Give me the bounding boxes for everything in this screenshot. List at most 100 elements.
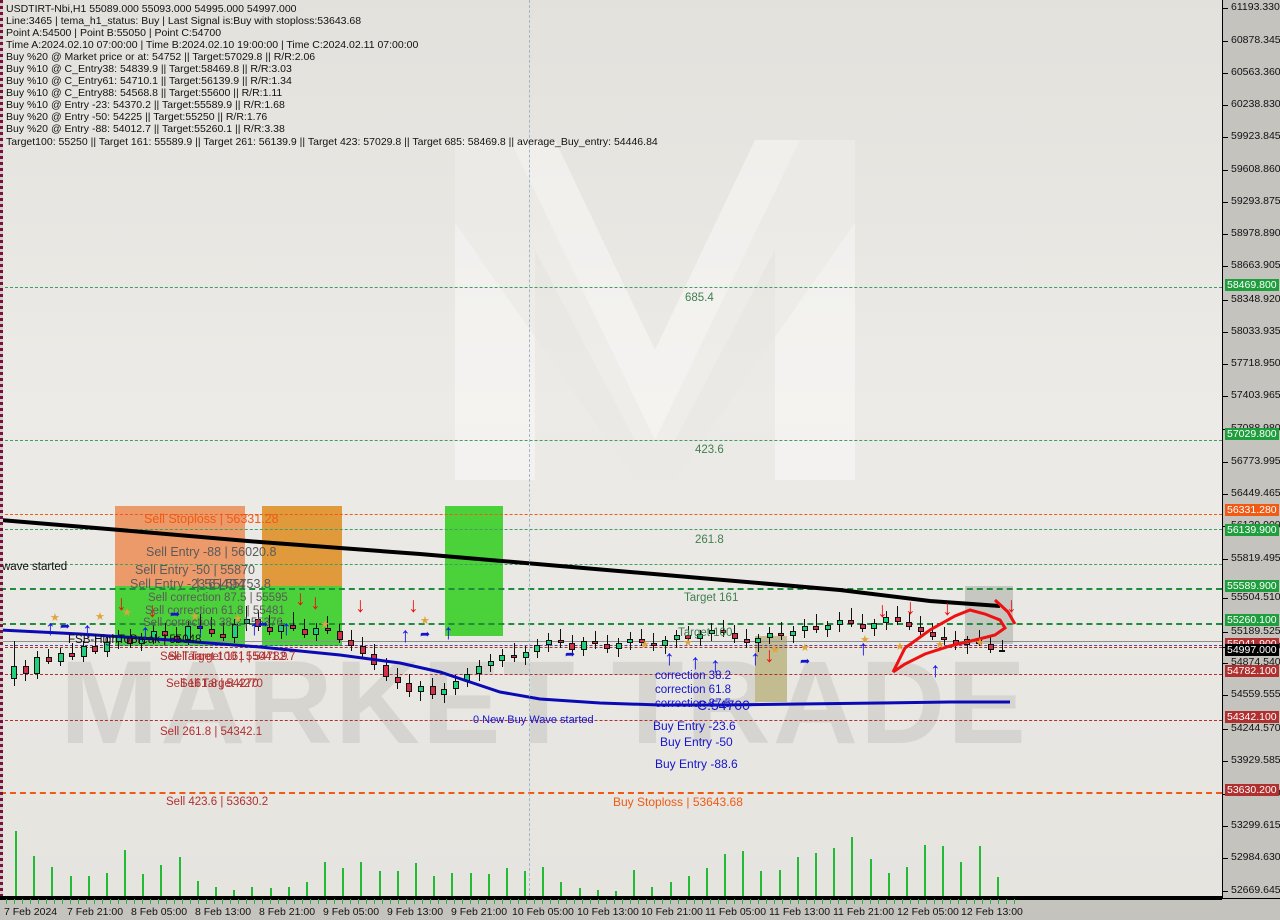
time-tick xyxy=(830,899,831,904)
candle-body xyxy=(511,654,517,658)
candle-body xyxy=(906,621,913,627)
price-tick xyxy=(1223,332,1228,333)
time-tick xyxy=(486,899,487,904)
time-tick xyxy=(126,899,127,904)
price-axis[interactable]: 61193.330 60878.345 60563.360 60238.830 5992… xyxy=(1222,0,1280,898)
buy-arrow-icon: ↑ xyxy=(664,647,675,670)
candle-body xyxy=(336,630,343,641)
volume-bar xyxy=(469,872,472,896)
time-tick xyxy=(262,899,263,904)
buy-entry-50: Buy Entry -50 xyxy=(660,735,733,749)
price-tick xyxy=(1223,41,1228,42)
target-161: Target 161 xyxy=(684,592,739,604)
buy-arrow-icon: ↑ xyxy=(710,654,721,677)
time-tick-label: 8 Feb 21:00 xyxy=(259,906,316,918)
candle-body xyxy=(220,634,227,639)
time-tick xyxy=(686,899,687,904)
time-tick xyxy=(462,899,463,904)
time-tick xyxy=(406,899,407,904)
price-level-badge[interactable]: 56139.900 xyxy=(1225,524,1279,536)
time-tick xyxy=(166,899,167,904)
time-tick xyxy=(726,899,727,904)
volume-bar xyxy=(15,830,17,896)
sell-arrow-icon: ↓ xyxy=(942,597,953,620)
time-tick xyxy=(366,899,367,904)
price-tick xyxy=(1223,300,1228,301)
time-tick-label: 7 Feb 21:00 xyxy=(67,906,124,918)
candle-body xyxy=(441,688,448,696)
pointer-marker-icon: ➦ xyxy=(800,654,811,668)
time-tick xyxy=(270,899,271,904)
time-tick xyxy=(582,899,583,904)
time-tick xyxy=(694,899,695,904)
header-line-5: Buy %10 @ C_Entry38: 54839.9 || Target:5… xyxy=(6,63,292,76)
price-tick xyxy=(1223,858,1228,859)
header-line-6: Buy %10 @ C_Entry61: 54710.1 || Target:5… xyxy=(6,75,292,88)
star-marker-icon: ★ xyxy=(420,615,430,627)
time-tick xyxy=(846,899,847,904)
plot-left-border xyxy=(0,0,3,898)
time-tick xyxy=(518,899,519,904)
trading-chart-window: MARKET TRADE wave started Sell Stoploss |… xyxy=(0,0,1280,920)
candle-wick xyxy=(653,633,655,651)
candle-wick xyxy=(850,608,852,627)
time-tick xyxy=(246,899,247,904)
price-tick xyxy=(1223,729,1228,730)
price-tick-label: 57718.950 xyxy=(1231,357,1280,369)
price-tick-label: 56449.465 xyxy=(1231,487,1280,499)
candle-body xyxy=(522,651,529,658)
price-level-badge[interactable]: 54997.000 xyxy=(1225,644,1279,656)
price-level-badge[interactable]: 56331.280 xyxy=(1225,504,1279,516)
volume-bar xyxy=(360,861,363,896)
time-tick xyxy=(310,899,311,904)
price-level-badge[interactable]: 55260.100 xyxy=(1225,614,1279,626)
candle-wick xyxy=(1001,639,1003,651)
price-level-badge[interactable]: 54342.100 xyxy=(1225,711,1279,723)
price-tick-label: 55504.510 xyxy=(1231,591,1280,603)
price-tick xyxy=(1223,396,1228,397)
candle-body xyxy=(813,625,820,630)
time-tick xyxy=(566,899,567,904)
time-tick xyxy=(302,899,303,904)
time-tick xyxy=(1006,899,1007,904)
volume-bar xyxy=(396,871,399,896)
correction-618: correction 61.8 xyxy=(655,684,732,696)
time-tick xyxy=(22,899,23,904)
time-axis[interactable]: 7 Feb 2024 7 Feb 21:00 8 Feb 05:00 8 Feb 13… xyxy=(0,898,1280,920)
time-tick xyxy=(214,899,215,904)
time-tick-label: 10 Feb 05:00 xyxy=(512,906,574,918)
candle-body xyxy=(755,638,762,644)
candle-body xyxy=(871,622,878,629)
price-level-badge[interactable]: 53630.200 xyxy=(1225,784,1279,796)
buy-entry-886: Buy Entry -88.6 xyxy=(655,757,738,771)
time-tick xyxy=(550,899,551,904)
candle-body xyxy=(627,639,634,644)
price-level-badge[interactable]: 55589.900 xyxy=(1225,580,1279,592)
time-tick xyxy=(14,899,15,904)
price-level-badge[interactable]: 54782.100 xyxy=(1225,665,1279,677)
header-line-8: Buy %10 @ Entry -23: 54370.2 || Target:5… xyxy=(6,99,285,112)
price-level-badge[interactable]: 57029.800 xyxy=(1225,428,1279,440)
time-tick-label: 9 Feb 21:00 xyxy=(451,906,508,918)
time-tick xyxy=(806,899,807,904)
pointer-marker-icon: ➦ xyxy=(420,627,431,641)
volume-bar xyxy=(542,866,545,896)
time-tick xyxy=(870,899,871,904)
price-tick xyxy=(1223,137,1228,138)
volume-bar xyxy=(560,882,563,896)
candle-body xyxy=(592,641,599,645)
price-level-badge[interactable]: 58469.800 xyxy=(1225,279,1279,291)
price-tick xyxy=(1223,170,1228,171)
time-tick xyxy=(742,899,743,904)
time-tick-label: 8 Feb 13:00 xyxy=(195,906,252,918)
candle-body xyxy=(848,619,855,624)
price-tick-label: 53929.585 xyxy=(1231,754,1280,766)
price-tick-label: 59923.845 xyxy=(1231,130,1280,142)
header-line-2: Point A:54500 | Point B:55050 | Point C:… xyxy=(6,27,222,40)
price-tick-label: 56773.995 xyxy=(1231,455,1280,467)
time-tick xyxy=(894,899,895,904)
price-tick xyxy=(1223,8,1228,9)
volume-bar xyxy=(851,837,854,896)
candle-body xyxy=(545,640,552,646)
buy-arrow-icon: ↑ xyxy=(195,619,206,642)
